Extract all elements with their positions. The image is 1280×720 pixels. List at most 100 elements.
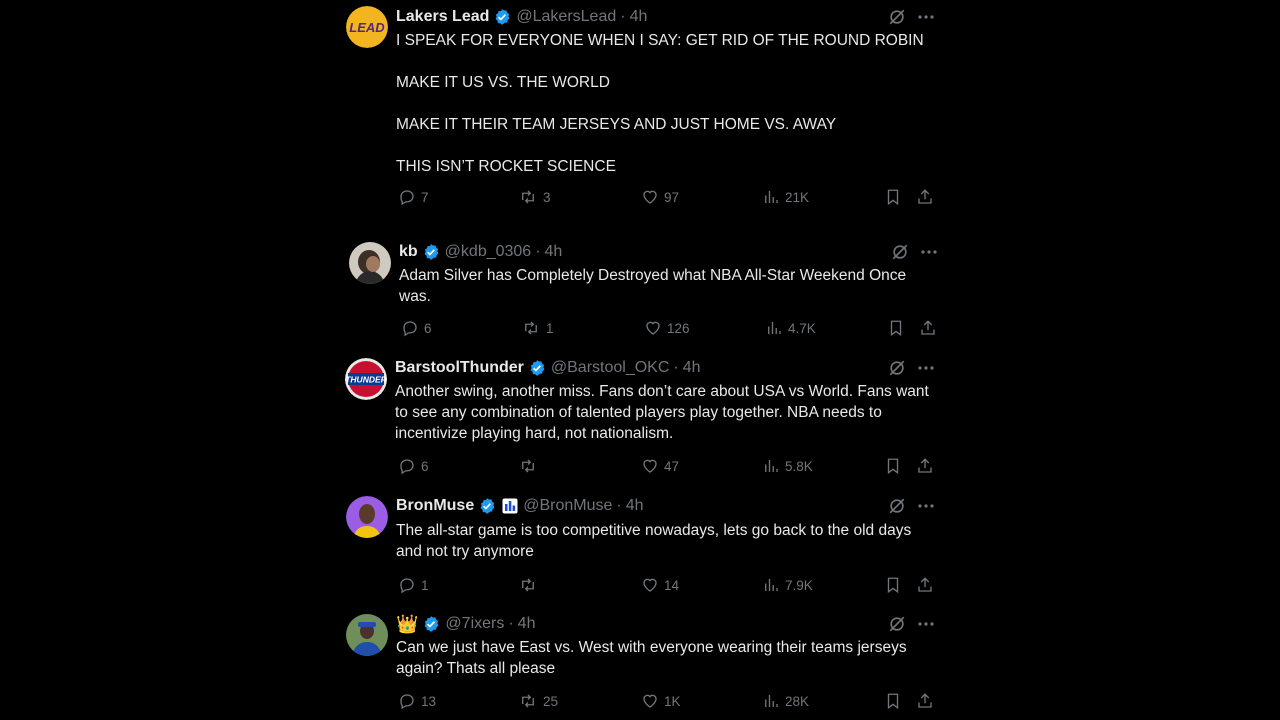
more-icon[interactable]: [917, 615, 935, 633]
timestamp[interactable]: 4h: [545, 243, 563, 261]
reply-count: 7: [421, 189, 429, 205]
more-icon[interactable]: [917, 359, 935, 377]
display-name[interactable]: 👑: [396, 615, 418, 633]
views-button[interactable]: 28K: [762, 691, 809, 711]
tweet-actions: 1 14 7.9K: [396, 575, 936, 597]
user-handle[interactable]: @Barstool_OKC: [551, 359, 670, 377]
reply-button[interactable]: 6: [401, 318, 432, 338]
repost-icon: [522, 578, 534, 592]
bookmark-button[interactable]: [884, 691, 907, 711]
share-button[interactable]: [916, 575, 939, 595]
avatar[interactable]: THUNDER: [345, 358, 387, 400]
repost-icon: [522, 694, 534, 708]
reply-button[interactable]: 7: [398, 187, 429, 207]
views-icon: [765, 460, 778, 472]
avatar[interactable]: [346, 496, 388, 538]
display-name[interactable]: kb: [399, 243, 418, 261]
affiliate-badge-icon[interactable]: [502, 498, 518, 514]
bookmark-button[interactable]: [884, 575, 907, 595]
repost-count: 3: [543, 189, 551, 205]
share-button[interactable]: [916, 456, 939, 476]
reply-icon: [400, 459, 414, 475]
like-count: 14: [664, 577, 680, 593]
tweet-header: 👑 @7ixers · 4h: [396, 613, 535, 635]
share-button[interactable]: [919, 318, 942, 338]
user-handle[interactable]: @7ixers: [445, 615, 504, 633]
views-button[interactable]: 21K: [762, 187, 809, 207]
reply-button[interactable]: 13: [398, 691, 436, 711]
views-count: 21K: [785, 189, 810, 205]
bookmark-icon: [887, 693, 899, 710]
bookmark-icon: [887, 577, 899, 594]
views-button[interactable]: 4.7K: [765, 318, 816, 338]
tweet-actions: 13 25 1K 28K: [396, 691, 936, 713]
grok-icon[interactable]: [888, 615, 906, 633]
like-button[interactable]: 47: [641, 456, 679, 476]
views-button[interactable]: 7.9K: [762, 575, 813, 595]
reply-button[interactable]: 6: [398, 456, 429, 476]
views-count: 5.8K: [785, 458, 813, 474]
views-button[interactable]: 5.8K: [762, 456, 813, 476]
share-icon: [918, 189, 932, 204]
repost-icon: [522, 190, 534, 204]
share-button[interactable]: [916, 691, 939, 711]
tweet-header: BronMuse @BronMuse · 4h: [396, 495, 644, 517]
tweet-text: I SPEAK FOR EVERYONE WHEN I SAY: GET RID…: [396, 32, 924, 175]
grok-icon[interactable]: [888, 359, 906, 377]
user-handle[interactable]: @BronMuse: [523, 497, 612, 515]
like-button[interactable]: 126: [644, 318, 690, 338]
like-icon: [643, 190, 657, 204]
repost-button[interactable]: [518, 456, 543, 476]
share-button[interactable]: [916, 187, 939, 207]
repost-button[interactable]: 1: [521, 318, 554, 338]
display-name[interactable]: BronMuse: [396, 497, 474, 515]
more-icon[interactable]: [917, 8, 935, 26]
user-handle[interactable]: @kdb_0306: [445, 243, 532, 261]
grok-icon[interactable]: [888, 497, 906, 515]
like-count: 126: [667, 320, 690, 336]
user-handle[interactable]: @LakersLead: [516, 8, 616, 26]
bookmark-button[interactable]: [884, 456, 907, 476]
more-icon[interactable]: [920, 243, 938, 261]
share-icon: [918, 458, 932, 473]
more-icon[interactable]: [917, 497, 935, 515]
timestamp[interactable]: 4h: [626, 497, 644, 515]
share-icon: [921, 320, 935, 335]
tweet-text: Another swing, another miss. Fans don’t …: [395, 383, 934, 442]
avatar[interactable]: [346, 614, 388, 656]
reply-icon: [400, 694, 414, 710]
tweet-text: Can we just have East vs. West with ever…: [396, 639, 911, 677]
tweet-header: Lakers Lead @LakersLead · 4h: [396, 6, 647, 28]
like-icon: [643, 578, 657, 592]
reply-icon: [400, 578, 414, 594]
repost-button[interactable]: 25: [518, 691, 558, 711]
separator-dot: ·: [616, 497, 622, 514]
views-icon: [765, 191, 778, 203]
like-button[interactable]: 14: [641, 575, 679, 595]
display-name[interactable]: BarstoolThunder: [395, 359, 524, 377]
repost-button[interactable]: 3: [518, 187, 551, 207]
timestamp[interactable]: 4h: [630, 8, 648, 26]
like-icon: [646, 321, 660, 335]
like-count: 47: [664, 458, 680, 474]
verified-badge-icon: [528, 359, 546, 377]
views-count: 7.9K: [785, 577, 813, 593]
timestamp[interactable]: 4h: [683, 359, 701, 377]
verified-badge-icon: [422, 615, 440, 633]
avatar[interactable]: [349, 242, 391, 284]
like-icon: [643, 694, 657, 708]
bookmark-button[interactable]: [887, 318, 910, 338]
avatar-logo-text: LEAD: [349, 20, 385, 35]
timestamp[interactable]: 4h: [518, 615, 536, 633]
like-button[interactable]: 1K: [641, 691, 681, 711]
avatar[interactable]: LEAD: [346, 6, 388, 48]
repost-count: 1: [546, 320, 554, 336]
repost-button[interactable]: [518, 575, 543, 595]
bookmark-button[interactable]: [884, 187, 907, 207]
display-name[interactable]: Lakers Lead: [396, 8, 489, 26]
like-count: 97: [664, 189, 680, 205]
like-button[interactable]: 97: [641, 187, 679, 207]
reply-button[interactable]: 1: [398, 575, 429, 595]
grok-icon[interactable]: [888, 8, 906, 26]
grok-icon[interactable]: [891, 243, 909, 261]
